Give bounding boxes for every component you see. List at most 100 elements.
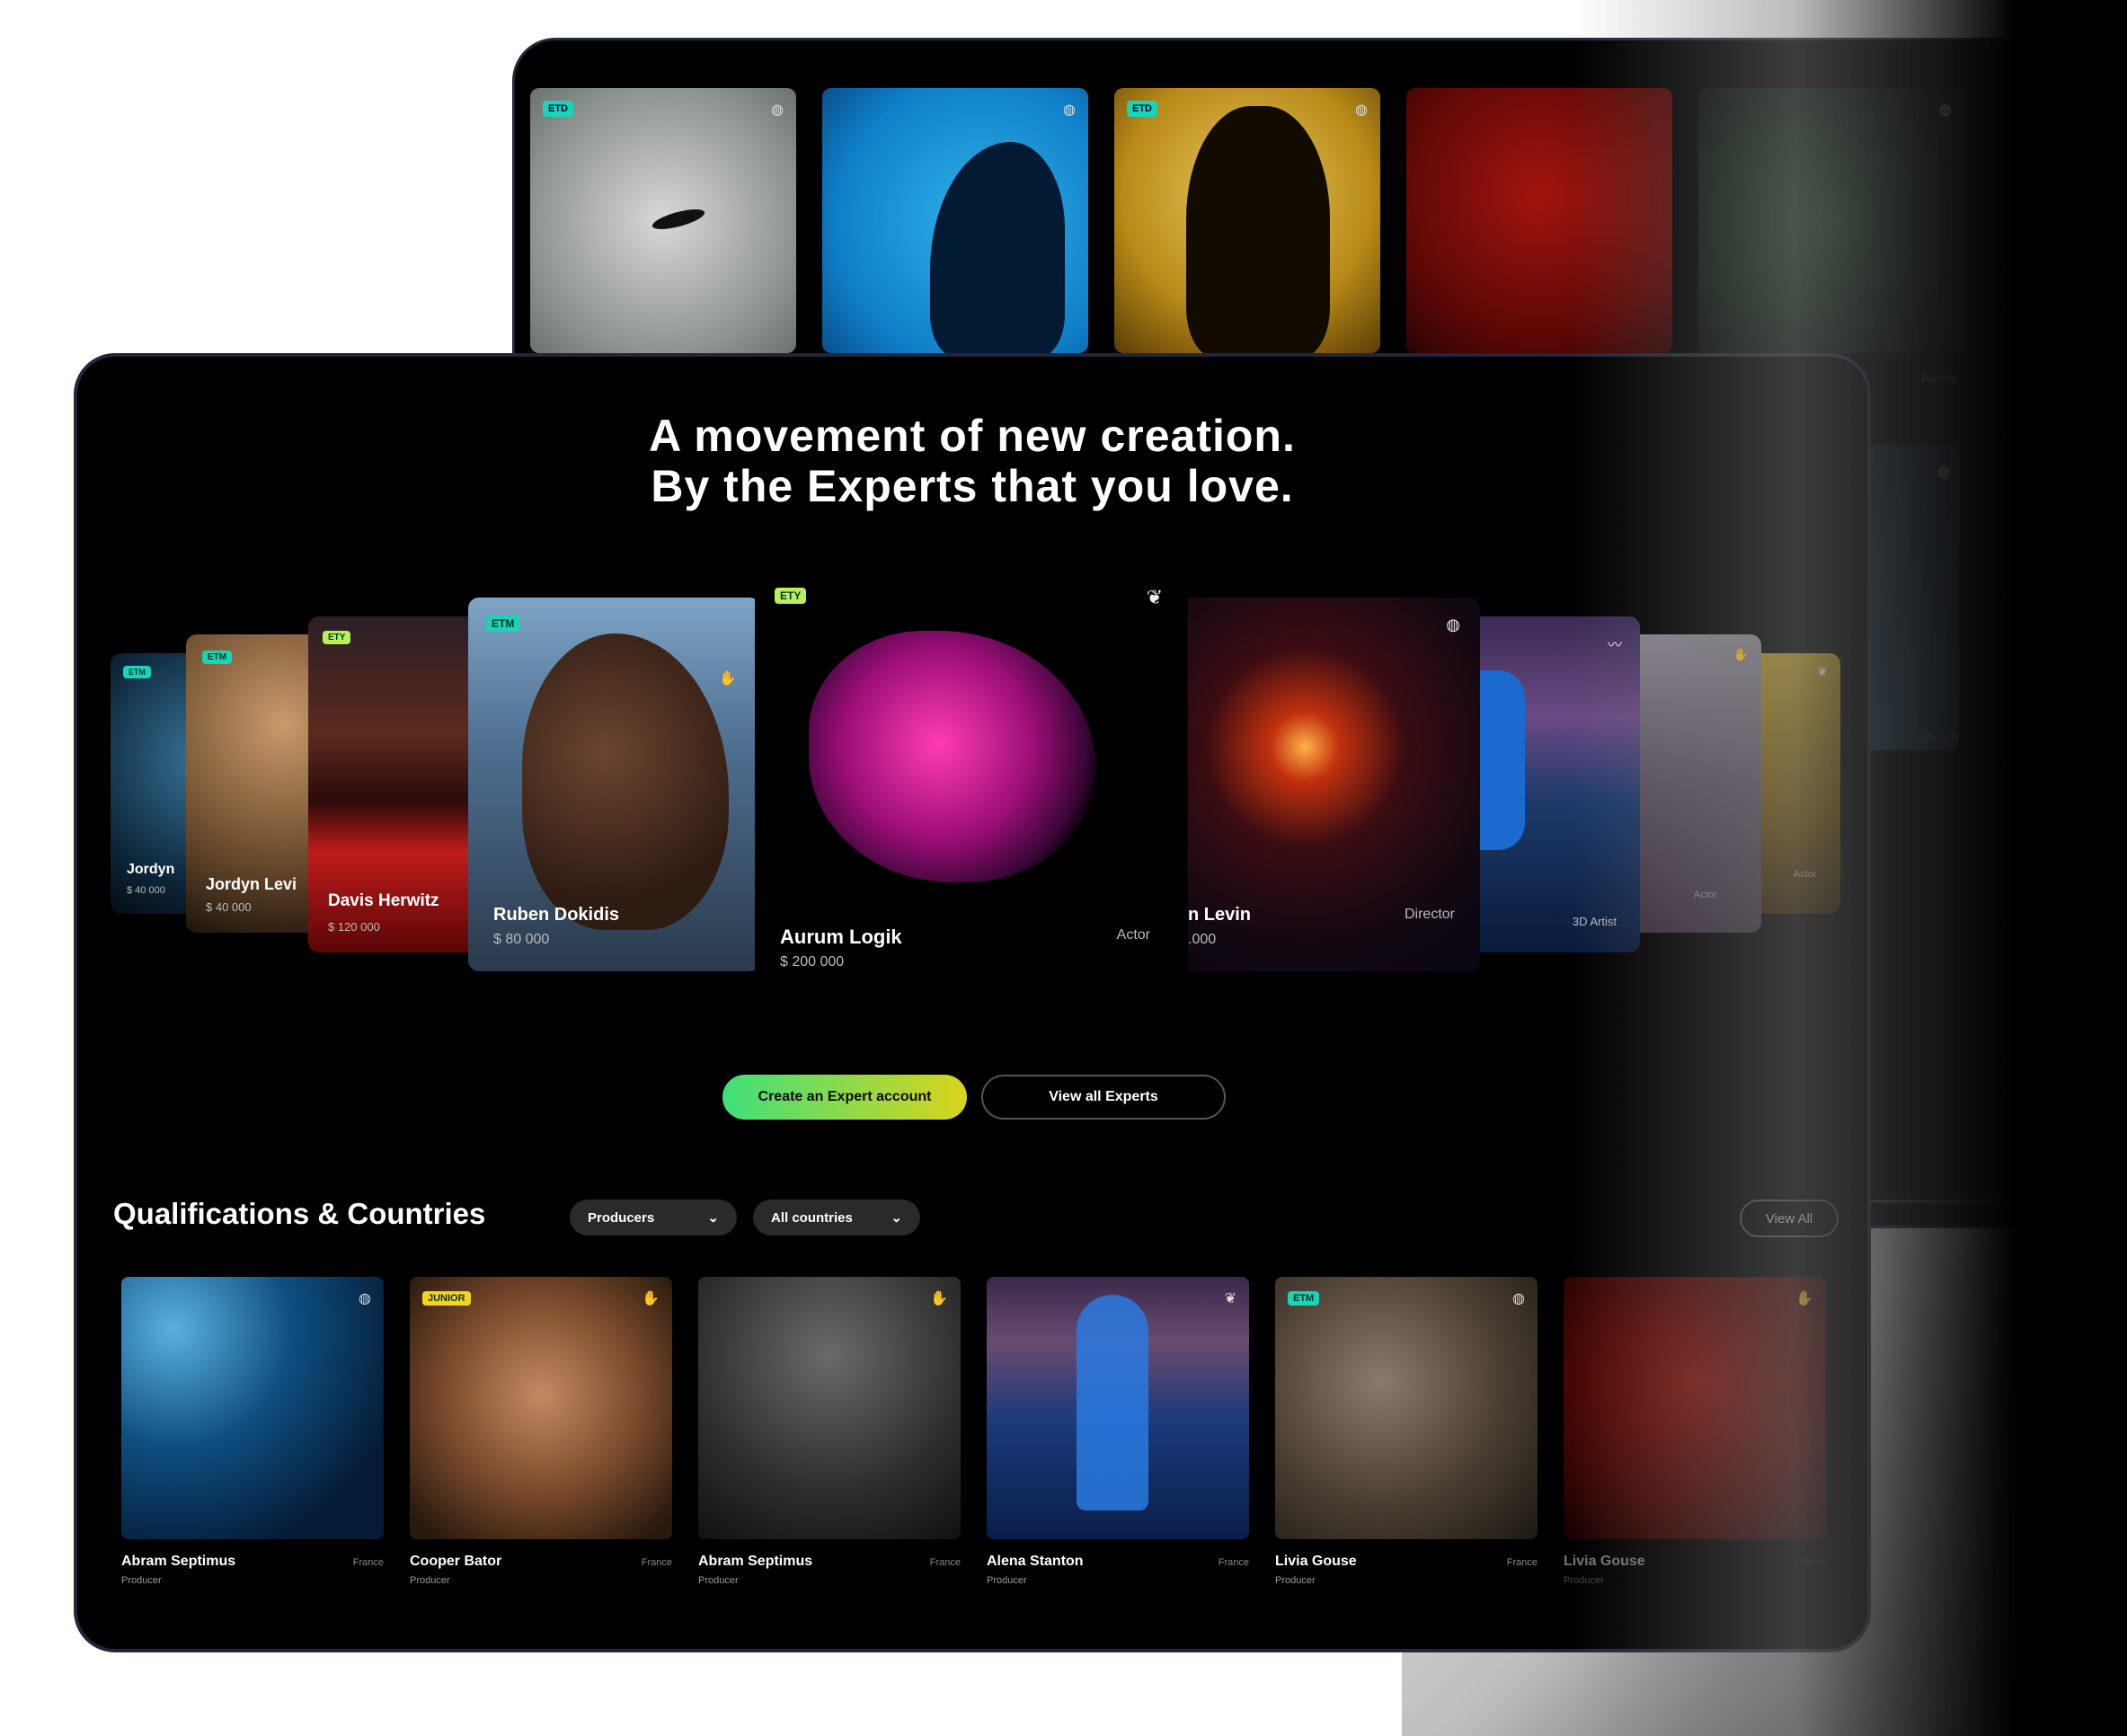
expert-card-image: ◍ — [121, 1277, 384, 1539]
carousel-card-tag: ETM — [202, 651, 233, 664]
portrait-shape — [522, 633, 729, 930]
feather-icon: ❦ — [1146, 586, 1163, 608]
countries-dropdown[interactable]: All countries ⌄ — [753, 1200, 920, 1236]
back-country-label: Austria — [1921, 371, 1958, 385]
expert-card[interactable]: JUNIOR ✋ Cooper Bator France Producer — [410, 1277, 672, 1586]
globe-icon: ◍ — [1939, 102, 1952, 118]
hand-icon: ✋ — [642, 1291, 660, 1306]
producers-dropdown[interactable]: Producers ⌄ — [570, 1200, 737, 1236]
expert-card-image: ETM ◍ — [1275, 1277, 1538, 1539]
carousel-card-price: $ 80 000 — [493, 932, 550, 947]
front-window: A movement of new creation. By the Exper… — [74, 353, 1871, 1652]
carousel-card[interactable]: ✋ Actor — [1640, 634, 1761, 933]
back-card-silhouette — [1186, 106, 1330, 353]
stage: ETD ◍ ◍ ETD ◍ ◍ Austria ◍ Mexico A movem… — [0, 0, 2127, 1736]
expert-card-image: ✋ — [1564, 1277, 1826, 1539]
expert-card-image: ❦ — [987, 1277, 1249, 1539]
expert-card-country: France — [1218, 1557, 1249, 1568]
back-card[interactable]: ETD ◍ — [530, 88, 796, 353]
expert-card-name: Cooper Bator — [410, 1554, 502, 1569]
expert-card[interactable]: ❦ Alena Stanton France Producer — [987, 1277, 1249, 1586]
carousel-card-role: Director — [1404, 907, 1455, 922]
chevron-down-icon: ⌄ — [891, 1210, 902, 1226]
carousel-card[interactable]: ❦ Actor — [1761, 653, 1840, 914]
carousel-card-role: 3D Artist — [1572, 915, 1617, 928]
expert-card-name: Livia Gouse — [1275, 1554, 1357, 1569]
globe-icon: ◍ — [1063, 102, 1076, 118]
expert-card-name: Abram Septimus — [698, 1554, 813, 1569]
carousel-card-name: Jordyn — [127, 862, 175, 877]
carousel-card-featured[interactable]: ETY ❦ Aurum Logik $ 200 000 Actor — [755, 577, 1186, 992]
carousel-card-tag: ETM — [486, 616, 520, 632]
back-card[interactable]: ETD ◍ — [1114, 88, 1380, 353]
expert-card-role: Producer — [1564, 1575, 1604, 1586]
expert-card-role: Producer — [1275, 1575, 1316, 1586]
feather-icon: ❦ — [1224, 1291, 1236, 1306]
hand-icon: ✋ — [1733, 647, 1749, 661]
globe-icon: ◍ — [1512, 1291, 1525, 1306]
carousel-card-name: Aurum Logik — [780, 926, 902, 948]
chevron-down-icon: ⌄ — [707, 1210, 719, 1226]
expert-card-country: France — [352, 1557, 384, 1568]
carousel-card-role: Actor — [1116, 927, 1150, 943]
figure-shape — [1480, 670, 1525, 850]
expert-card-country: France — [929, 1557, 961, 1568]
expert-grid: ◍ Abram Septimus France Producer JUNIOR ✋… — [121, 1277, 1826, 1586]
expert-card-tag: JUNIOR — [422, 1291, 471, 1306]
expert-card-name: Alena Stanton — [987, 1554, 1084, 1569]
back-card-tag: ETD — [543, 101, 573, 117]
hand-icon: ✋ — [1795, 1291, 1813, 1306]
carousel-card-name: Jordyn Levi — [206, 875, 297, 893]
helmet-graphic — [809, 631, 1096, 882]
producers-dropdown-label: Producers — [588, 1209, 655, 1226]
view-all-experts-button[interactable]: View all Experts — [981, 1075, 1226, 1120]
globe-icon: ◍ — [1446, 616, 1460, 633]
expert-card-image: JUNIOR ✋ — [410, 1277, 672, 1539]
carousel-card-price: $ 40 000 — [127, 885, 165, 896]
carousel-card-price: .000 — [1188, 932, 1217, 947]
section-title: Qualifications & Countries — [113, 1197, 486, 1230]
carousel-card-name: n Levin — [1188, 905, 1252, 925]
globe-icon: ◍ — [1355, 102, 1368, 118]
expert-card-name: Abram Septimus — [121, 1554, 236, 1569]
carousel-card-name: Ruben Dokidis — [493, 905, 620, 925]
back-card-partial: ◍ — [1865, 445, 1959, 750]
expert-card[interactable]: ETM ◍ Livia Gouse France Producer — [1275, 1277, 1538, 1586]
countries-dropdown-label: All countries — [771, 1209, 853, 1226]
carousel-card-price: $ 40 000 — [206, 900, 252, 914]
expert-card-name: Livia Gouse — [1564, 1554, 1645, 1569]
expert-card-role: Producer — [698, 1575, 739, 1586]
globe-icon: ◍ — [359, 1291, 371, 1306]
carousel-card[interactable]: 〰 3D Artist — [1480, 616, 1640, 952]
create-expert-account-button[interactable]: Create an Expert account — [722, 1075, 967, 1120]
hand-icon: ✋ — [930, 1291, 948, 1306]
carousel-card-tag: ETY — [323, 631, 351, 644]
back-country-label: Mexico — [1921, 731, 1959, 744]
hand-icon: ✋ — [719, 671, 737, 686]
expert-card[interactable]: ◍ Abram Septimus France Producer — [121, 1277, 384, 1586]
back-card-figure — [650, 205, 707, 234]
globe-icon: ◍ — [771, 102, 784, 118]
carousel-card-role: Actor — [1694, 890, 1717, 900]
carousel-card-tag: ETY — [775, 588, 807, 604]
feather-icon: ❦ — [1817, 664, 1828, 678]
expert-card-country: France — [1795, 1557, 1826, 1568]
expert-card-country: France — [1506, 1557, 1538, 1568]
back-card[interactable] — [1406, 88, 1672, 353]
carousel-card-role: Actor — [1794, 869, 1817, 880]
carousel-card[interactable]: ◍ n Levin .000 Director — [1188, 598, 1480, 971]
back-card[interactable]: ◍ — [822, 88, 1088, 353]
carousel-card-name: Davis Herwitz — [328, 891, 439, 910]
expert-card-country: France — [641, 1557, 672, 1568]
expert-card[interactable]: ✋ Livia Gouse France Producer — [1564, 1277, 1826, 1586]
carousel-card-price: $ 120 000 — [328, 920, 380, 934]
expert-carousel: ETM Jordyn $ 40 000 ETM Jordyn Levi $ 40… — [77, 357, 1867, 1040]
expert-card-image: ✋ — [698, 1277, 961, 1539]
back-card[interactable]: ◍ — [1698, 88, 1964, 353]
carousel-card[interactable]: ETY Davis Herwitz $ 120 000 — [308, 616, 488, 952]
view-all-button[interactable]: View All — [1740, 1200, 1839, 1237]
carousel-card[interactable]: ETM ✋ Ruben Dokidis $ 80 000 — [468, 598, 760, 971]
back-card-tag: ETD — [1127, 101, 1157, 117]
expert-card[interactable]: ✋ Abram Septimus France Producer — [698, 1277, 961, 1586]
back-card-silhouette — [930, 142, 1065, 353]
